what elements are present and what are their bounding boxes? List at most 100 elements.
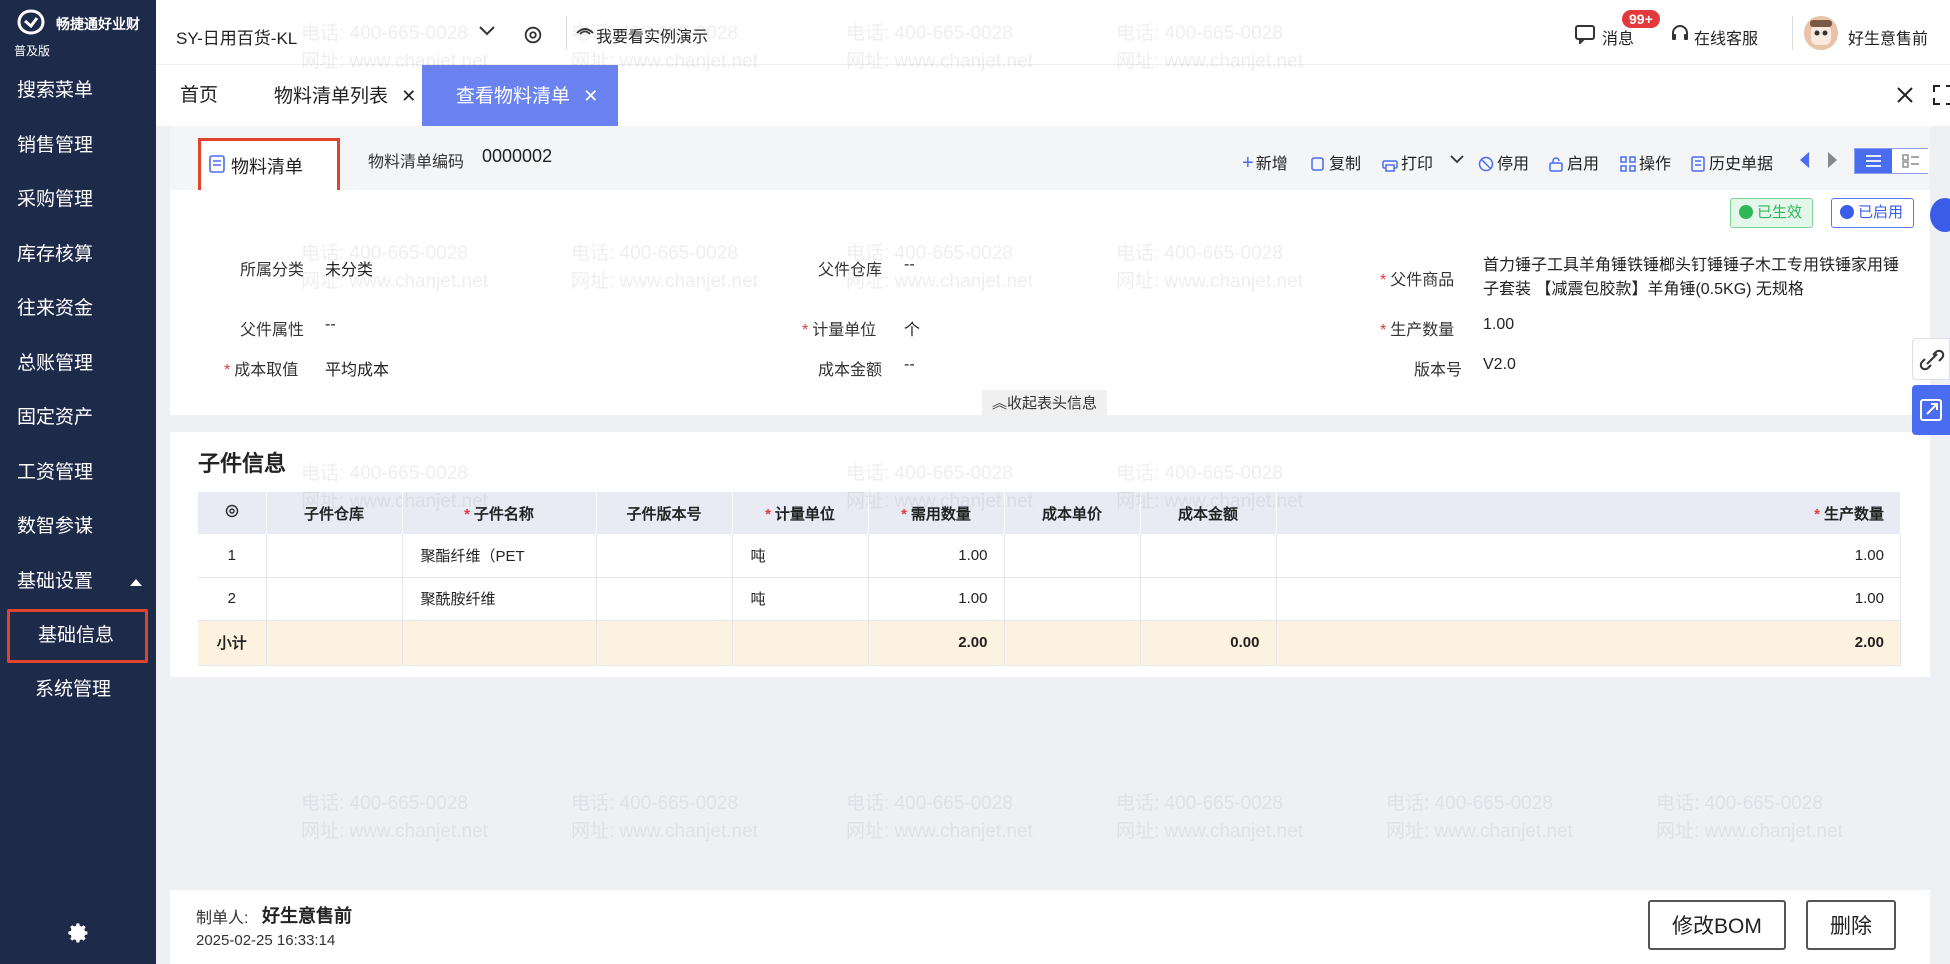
sidebar-subitem-system[interactable]: 系统管理 (7, 663, 148, 717)
expand-icon (1920, 399, 1942, 421)
category-value: 未分类 (325, 262, 374, 279)
sidebar-item-sales[interactable]: 销售管理 (0, 119, 156, 174)
section-title: 子件信息 (198, 451, 287, 476)
cost-method-value: 平均成本 (325, 362, 390, 379)
col-need-qty: * 需用数量 (868, 492, 1005, 534)
link-button[interactable] (1912, 338, 1950, 380)
chevron-down-icon[interactable] (478, 24, 496, 38)
expand-button[interactable] (1912, 385, 1950, 435)
document-icon (209, 155, 225, 173)
table-row[interactable]: 1 聚酯纤维（PET 吨 1.00 1.00 (198, 534, 1901, 578)
divider (1792, 16, 1793, 50)
chevron-down-icon[interactable] (1450, 154, 1464, 164)
sidebar-item-ledger[interactable]: 总账管理 (0, 337, 156, 392)
delete-button[interactable]: 删除 (1806, 900, 1896, 950)
history-button[interactable]: 历史单据 (1690, 150, 1773, 174)
operations-label: 操作 (1639, 156, 1672, 173)
fullscreen-icon[interactable] (1932, 84, 1950, 106)
sidebar-subitem-basic-info[interactable]: 基础信息 (7, 609, 148, 663)
tab-bom-list[interactable]: 物料清单列表 ✕ (274, 65, 416, 127)
copy-button[interactable]: 复制 (1310, 150, 1361, 174)
col-name: * 子件名称 (402, 492, 597, 534)
close-icon[interactable]: ✕ (401, 86, 416, 106)
col-warehouse: 子件仓库 (266, 492, 403, 534)
tab-home[interactable]: 首页 (180, 65, 218, 127)
account-selector[interactable]: SY-日用百货-KL (176, 24, 297, 49)
col-unit: * 计量单位 (732, 492, 869, 534)
watermark-site: 网址: www.chanjet.net (1386, 821, 1573, 842)
history-icon (1691, 156, 1705, 172)
parent-warehouse-value: -- (904, 256, 915, 273)
parent-item-value: 首力锤子工具羊角锤铁锤榔头钉锤锤子木工专用铁锤家用锤子套装 【减震包胶款】羊角锤… (1483, 257, 1900, 298)
next-arrow-icon[interactable] (1828, 152, 1837, 168)
cell-warehouse (266, 534, 403, 578)
tab-view-bom[interactable]: 查看物料清单 ✕ (422, 65, 619, 127)
tab-label: 查看物料清单 (456, 86, 571, 107)
cell-production-qty: 1.00 (1276, 577, 1901, 621)
subtotal-need-qty: 2.00 (868, 620, 1005, 666)
enable-label: 启用 (1567, 156, 1600, 173)
table-header-row: 子件仓库 * 子件名称 子件版本号 * 计量单位 * 需用数量 成本单价 成本金额 *… (198, 492, 1901, 534)
watermark-phone: 电话: 400-665-0028 (1386, 793, 1553, 814)
col-version: 子件版本号 (596, 492, 733, 534)
add-label: 新增 (1255, 156, 1288, 173)
eye-icon (576, 28, 594, 35)
cost-method-label: * 成本取值 (224, 362, 299, 379)
sidebar-item-basic-settings[interactable]: 基础设置 (0, 555, 156, 610)
version-label: 版本号 (1414, 362, 1463, 379)
close-icon[interactable] (1894, 84, 1916, 106)
sidebar-item-search-menu[interactable]: 搜索菜单 (0, 64, 156, 119)
support-link[interactable]: 在线客服 (1694, 25, 1758, 49)
plus-icon: + (1242, 152, 1254, 174)
view-toggle[interactable] (1854, 148, 1929, 174)
sidebar-item-funds[interactable]: 往来资金 (0, 282, 156, 337)
sidebar-item-insights[interactable]: 数智参谋 (0, 500, 156, 555)
logo-icon (17, 9, 45, 35)
headset-icon[interactable] (1670, 24, 1690, 44)
col-unit-cost: 成本单价 (1004, 492, 1141, 534)
avatar-icon (1804, 16, 1838, 50)
gear-icon[interactable] (522, 24, 544, 46)
copy-label: 复制 (1329, 156, 1362, 173)
avatar[interactable] (1804, 16, 1838, 50)
user-name[interactable]: 好生意售前 (1848, 25, 1928, 49)
cell-production-qty: 1.00 (1276, 534, 1901, 578)
watermark-site: 网址: www.chanjet.net (571, 821, 758, 842)
watermark-phone: 电话: 400-665-0028 (846, 793, 1013, 814)
list-view-icon[interactable] (1855, 149, 1892, 173)
add-button[interactable]: + 新增 (1242, 150, 1288, 175)
demo-link[interactable]: 我要看实例演示 (596, 23, 708, 47)
card-view-icon[interactable] (1892, 149, 1929, 173)
table-row[interactable]: 2 聚酰胺纤维 吨 1.00 1.00 (198, 577, 1901, 621)
enable-button[interactable]: 启用 (1548, 150, 1599, 174)
category-label: 所属分类 (240, 262, 305, 279)
sidebar-item-purchase[interactable]: 采购管理 (0, 173, 156, 228)
document-type: 物料清单 (198, 138, 340, 198)
unit-label: * 计量单位 (802, 322, 877, 339)
messages-link[interactable]: 消息 (1602, 25, 1634, 49)
prev-arrow-icon[interactable] (1800, 152, 1809, 168)
ban-icon (1478, 156, 1494, 172)
collapse-header-button[interactable]: ︽收起表头信息 (982, 390, 1108, 415)
message-count-badge: 99+ (1622, 10, 1660, 28)
footer-bar: 制单人: 好生意售前 2025-02-25 16:33:14 修改BOM 删除 (170, 890, 1930, 964)
gear-icon[interactable] (67, 922, 89, 944)
sidebar-item-payroll[interactable]: 工资管理 (0, 446, 156, 501)
assistant-button[interactable] (1930, 198, 1950, 232)
edit-bom-button[interactable]: 修改BOM (1648, 900, 1786, 950)
column-settings[interactable] (198, 492, 267, 534)
cell-version (596, 534, 733, 578)
cell-cost-amount (1140, 534, 1277, 578)
sidebar-item-inventory[interactable]: 库存核算 (0, 228, 156, 283)
cell-name: 聚酯纤维（PET (402, 534, 597, 578)
print-label: 打印 (1401, 156, 1434, 173)
sidebar-item-fixed-assets[interactable]: 固定资产 (0, 391, 156, 446)
operations-button[interactable]: 操作 (1620, 150, 1671, 174)
status-badge-effective: 已生效 (1730, 198, 1814, 228)
gear-icon[interactable] (224, 503, 240, 519)
close-icon[interactable]: ✕ (583, 86, 598, 106)
disable-button[interactable]: 停用 (1478, 150, 1529, 174)
subtotal-label: 小计 (198, 620, 267, 666)
message-icon[interactable] (1574, 24, 1596, 44)
print-button[interactable]: 打印 (1382, 150, 1433, 174)
